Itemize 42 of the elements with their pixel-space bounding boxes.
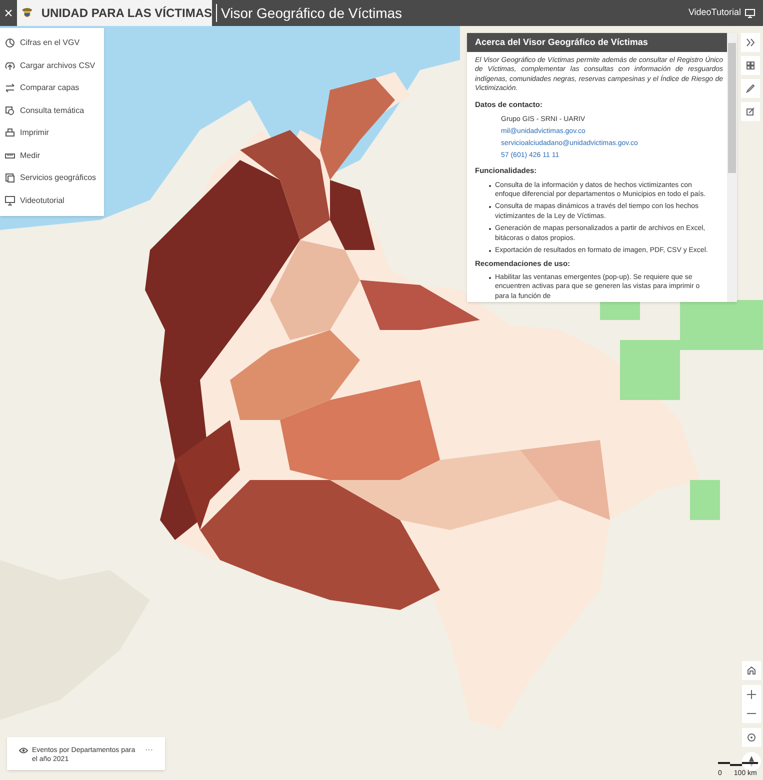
eye-icon [19,747,28,754]
organization-name: UNIDAD PARA LAS VÍCTIMAS [41,5,212,22]
app-title: Visor Geográfico de Víctimas [221,4,402,23]
toolbar-button[interactable] [741,56,760,75]
menu-item[interactable]: Videotutorial [0,190,104,212]
menu-item[interactable]: Consulta temática [0,100,104,122]
toolbar-button[interactable] [741,33,760,52]
minus-icon [747,713,756,714]
chart-icon [5,38,15,48]
magnifier-icon [5,106,15,116]
swap-arrows-icon [5,83,15,94]
scrollbar[interactable] [727,33,737,302]
plus-icon [747,690,756,699]
scale-bar [718,762,758,766]
menu-item[interactable]: Imprimir [0,122,104,144]
target-icon [747,733,756,742]
monitor-icon [5,196,15,206]
menu-item[interactable]: Servicios geográficos [0,167,104,190]
home-button[interactable] [742,661,761,680]
printer-icon [5,128,15,138]
cloud-upload-icon [5,60,15,71]
locate-button[interactable] [742,728,761,747]
compass-icon [749,756,754,767]
toolbar-button[interactable] [741,102,760,121]
ruler-icon [5,150,15,161]
double-chevron-icon [746,38,755,47]
grid-icon [746,61,755,70]
toolbar-button[interactable] [741,79,760,98]
videotutorial-button[interactable]: VideoTutorial [688,6,763,20]
menu-item[interactable]: Medir [0,144,104,167]
close-button[interactable]: × [0,0,17,26]
pencil-icon [746,84,755,93]
monitor-icon [745,8,755,18]
panel-title: Acerca del Visor Geográfico de Víctimas [467,33,727,52]
compass-button[interactable] [742,752,761,771]
more-options-button[interactable]: ··· [145,746,153,754]
menu-item[interactable]: Cargar archivos CSV [0,54,104,77]
home-icon [747,666,756,675]
layers-icon [5,173,15,184]
menu-item[interactable]: Cifras en el VGV [0,32,104,54]
edit-icon [746,107,755,116]
menu-item[interactable]: Comparar capas [0,77,104,100]
